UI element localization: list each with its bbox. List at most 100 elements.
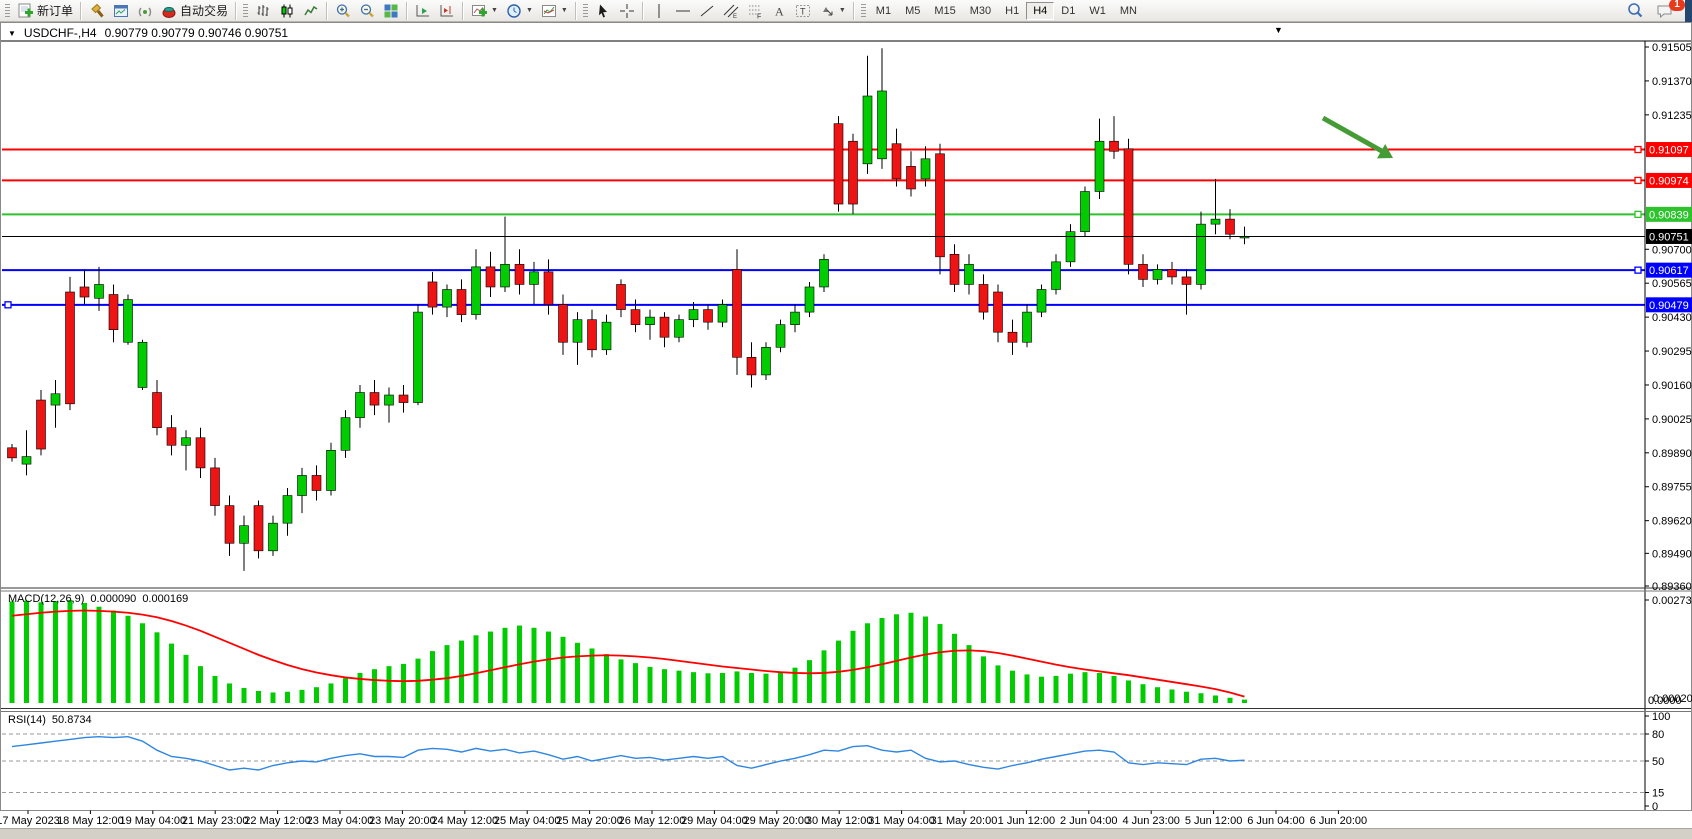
candle: [182, 438, 191, 446]
timeframe-button-m15[interactable]: M15: [927, 2, 962, 20]
toolbar-drag-handle[interactable]: [5, 4, 10, 18]
symbol-dropdown-icon[interactable]: ▼: [8, 29, 16, 38]
svg-text:80: 80: [1652, 729, 1664, 741]
candle: [631, 310, 640, 325]
svg-text:0.91370: 0.91370: [1652, 76, 1692, 88]
chart-canvas[interactable]: 0.915050.913700.912350.907000.905650.904…: [0, 22, 1692, 828]
svg-text:0.90430: 0.90430: [1652, 312, 1692, 324]
auto-scroll-button[interactable]: [411, 1, 435, 21]
candle: [820, 259, 829, 287]
chevron-down-icon[interactable]: ▼: [491, 7, 498, 14]
toolbar-separator: [575, 2, 577, 20]
toolbar-separator: [462, 2, 464, 20]
auto-trading-icon: [161, 3, 177, 19]
timeframe-button-mn[interactable]: MN: [1113, 2, 1144, 20]
svg-text:25 May 20:00: 25 May 20:00: [556, 815, 623, 827]
candle: [443, 289, 452, 307]
chevron-down-icon[interactable]: ▼: [561, 7, 568, 14]
candle: [892, 144, 901, 179]
tile-windows-button[interactable]: [379, 1, 403, 21]
resistance-line-2-handle[interactable]: [1635, 177, 1641, 183]
candle: [515, 264, 524, 284]
support-line-green-handle[interactable]: [1635, 211, 1641, 217]
candle: [747, 357, 756, 375]
auto-trading-button[interactable]: 自动交易: [157, 1, 232, 21]
toolbar-separator: [326, 2, 328, 20]
svg-text:A: A: [775, 4, 784, 18]
candle: [196, 438, 205, 468]
candle: [573, 320, 582, 343]
candle: [225, 506, 234, 544]
hline-button[interactable]: [671, 1, 695, 21]
cursor-button[interactable]: [591, 1, 615, 21]
candle: [762, 347, 771, 375]
search-button[interactable]: [1622, 1, 1648, 21]
line-chart-button[interactable]: [299, 1, 323, 21]
vline-button[interactable]: [647, 1, 671, 21]
candle: [312, 475, 321, 490]
toolbar-separator: [235, 2, 237, 20]
timeframe-button-m1[interactable]: M1: [869, 2, 898, 20]
timeframe-button-h4[interactable]: H4: [1026, 2, 1054, 20]
toolbar-drag-handle[interactable]: [583, 4, 588, 18]
candlestick-button[interactable]: [275, 1, 299, 21]
market-watch-button[interactable]: [109, 1, 133, 21]
shapes-button[interactable]: ▼: [815, 1, 850, 21]
chart-window[interactable]: 0.915050.913700.912350.907000.905650.904…: [0, 22, 1692, 828]
timeframe-button-d1[interactable]: D1: [1054, 2, 1082, 20]
periods-button[interactable]: ▼: [502, 1, 537, 21]
new-order-icon: [17, 3, 34, 19]
svg-text:30 May 12:00: 30 May 12:00: [806, 815, 873, 827]
candle: [211, 468, 220, 506]
toolbar-drag-handle[interactable]: [861, 4, 866, 18]
text-button[interactable]: A: [767, 1, 791, 21]
timeframe-button-m5[interactable]: M5: [898, 2, 927, 20]
candle: [660, 317, 669, 337]
candle: [341, 418, 350, 451]
chart-ohlc-values: 0.90779 0.90779 0.90746 0.90751: [105, 26, 289, 40]
candle: [878, 91, 887, 159]
svg-text:0.89890: 0.89890: [1652, 448, 1692, 460]
candle: [1037, 289, 1046, 312]
candle: [298, 475, 307, 495]
svg-text:0.91097: 0.91097: [1649, 145, 1689, 157]
new-order-button-label: 新订单: [37, 2, 73, 19]
fibonacci-button[interactable]: F: [743, 1, 767, 21]
indicators-button[interactable]: ▼: [467, 1, 502, 21]
text-label-button[interactable]: T: [791, 1, 815, 21]
toolbar-drag-handle[interactable]: [243, 4, 248, 18]
bar-chart-button[interactable]: [251, 1, 275, 21]
crosshair-icon: [619, 3, 635, 19]
candle: [1008, 332, 1017, 342]
signals-button[interactable]: [133, 1, 157, 21]
timeframe-button-h1[interactable]: H1: [998, 2, 1026, 20]
zoom-out-button[interactable]: [355, 1, 379, 21]
macd-main-value: 0.000090: [90, 593, 136, 605]
trendline-button[interactable]: [695, 1, 719, 21]
chart-corner-dropdown-icon[interactable]: ▼: [1274, 25, 1283, 35]
svg-text:0.90295: 0.90295: [1652, 346, 1692, 358]
hline-icon: [675, 3, 691, 19]
support-line-blue-1-handle[interactable]: [1635, 267, 1641, 273]
chart-title: ▼ USDCHF-,H4 0.90779 0.90779 0.90746 0.9…: [8, 26, 288, 40]
timeframe-button-w1[interactable]: W1: [1082, 2, 1113, 20]
resistance-line-1-handle[interactable]: [1635, 147, 1641, 153]
svg-text:0.90160: 0.90160: [1652, 380, 1692, 392]
candle: [327, 450, 336, 490]
chart-shift-button[interactable]: [435, 1, 459, 21]
text-label-icon: T: [795, 3, 811, 19]
tools-button[interactable]: [85, 1, 109, 21]
candle: [646, 317, 655, 325]
support-line-blue-2-handle[interactable]: [5, 302, 11, 308]
chevron-down-icon[interactable]: ▼: [839, 7, 846, 14]
svg-text:E: E: [733, 14, 737, 19]
timeframe-button-m30[interactable]: M30: [963, 2, 998, 20]
zoom-in-button[interactable]: [331, 1, 355, 21]
svg-text:26 May 12:00: 26 May 12:00: [619, 815, 686, 827]
chevron-down-icon[interactable]: ▼: [526, 7, 533, 14]
templates-button[interactable]: ▼: [537, 1, 572, 21]
zoom-in-icon: [335, 3, 351, 19]
channel-button[interactable]: E: [719, 1, 743, 21]
new-order-button[interactable]: 新订单: [13, 1, 77, 21]
crosshair-button[interactable]: [615, 1, 639, 21]
